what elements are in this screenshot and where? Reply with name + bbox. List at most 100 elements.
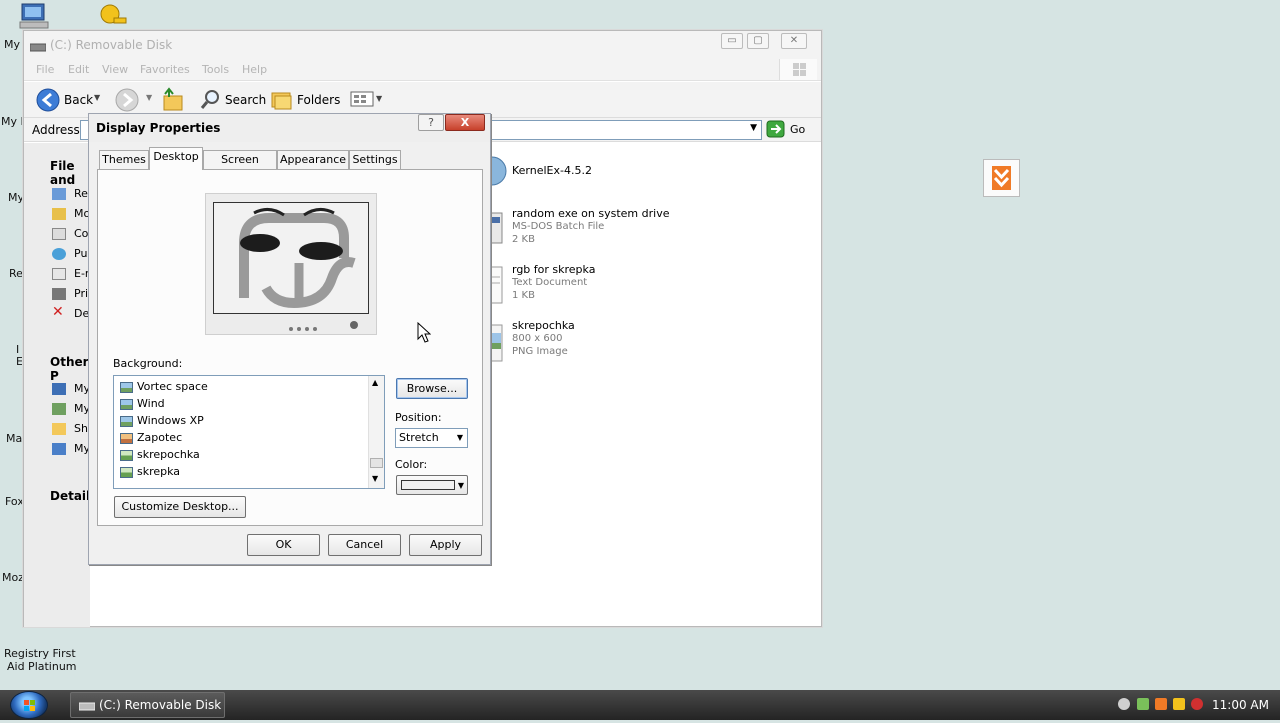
file-name-1[interactable]: KernelEx-4.5.2: [512, 164, 592, 177]
scroll-down-icon[interactable]: ▼: [372, 474, 378, 483]
computer-icon: [19, 3, 49, 29]
tray-icon-blocked[interactable]: [1191, 698, 1203, 710]
file-type-2: MS-DOS Batch File: [512, 221, 605, 232]
go-button[interactable]: Go: [766, 120, 806, 140]
scroll-up-icon[interactable]: ▲: [372, 378, 378, 387]
search-button[interactable]: Search: [200, 87, 266, 113]
dialog-close-button[interactable]: X: [445, 114, 485, 131]
desktop-label-4[interactable]: Re: [9, 267, 23, 280]
address-dropdown-icon[interactable]: ▼: [750, 123, 757, 133]
close-button[interactable]: ✕: [781, 33, 807, 49]
list-item[interactable]: skrepochka: [120, 447, 200, 463]
print-icon: [52, 288, 66, 300]
my-computer-icon: [52, 383, 66, 395]
file-name-4[interactable]: skrepochka: [512, 319, 575, 332]
list-item-label: skrepka: [137, 465, 181, 478]
list-item-label: Vortec space: [137, 380, 208, 393]
desktop-label-3[interactable]: My: [8, 191, 24, 204]
tab-screen-saver[interactable]: Screen Saver: [203, 150, 277, 183]
color-label: Color:: [395, 458, 428, 471]
tray-icon-keys[interactable]: [1173, 698, 1185, 710]
my-network-icon: [52, 443, 66, 455]
back-dropdown-icon[interactable]: ▼: [94, 93, 100, 102]
position-select[interactable]: Stretch ▼: [395, 428, 468, 448]
desktop-label-registry-1[interactable]: Registry First: [4, 647, 76, 660]
tab-settings[interactable]: Settings: [349, 150, 401, 169]
list-item[interactable]: Windows XP: [120, 413, 204, 429]
tray-icon-1[interactable]: [1118, 698, 1130, 710]
file-size-3: 1 KB: [512, 290, 535, 301]
menu-edit[interactable]: Edit: [68, 63, 89, 76]
clock[interactable]: 11:00 AM: [1212, 698, 1269, 712]
file-icon-png[interactable]: [489, 323, 506, 363]
list-item[interactable]: skrepka: [120, 464, 180, 480]
tray-icon-download[interactable]: [1155, 698, 1167, 710]
move-icon: [52, 208, 66, 220]
minimize-button[interactable]: ▭: [721, 33, 743, 49]
batch-file-icon: [489, 212, 503, 244]
start-button[interactable]: [10, 691, 48, 719]
views-button[interactable]: ▼: [350, 90, 386, 110]
details-heading[interactable]: Details: [50, 489, 90, 503]
up-folder-icon[interactable]: [161, 87, 185, 113]
background-listbox[interactable]: Vortec space Wind Windows XP Zapotec skr…: [113, 375, 385, 489]
file-name-3[interactable]: rgb for skrepka: [512, 263, 595, 276]
desktop-label-1[interactable]: My: [4, 38, 20, 51]
tab-desktop[interactable]: Desktop: [149, 147, 203, 170]
menu-view[interactable]: View: [102, 63, 128, 76]
menu-help[interactable]: Help: [242, 63, 267, 76]
file-tasks-heading[interactable]: File and: [50, 159, 90, 187]
task-copy[interactable]: Co: [74, 227, 88, 240]
desktop-label-registry-2[interactable]: Aid Platinum: [7, 660, 77, 673]
download-button[interactable]: [983, 159, 1020, 197]
dialog-titlebar[interactable]: Display Properties ? X: [89, 114, 490, 142]
desktop-label-6[interactable]: E: [16, 355, 23, 368]
key-icon: [100, 4, 127, 24]
apply-button[interactable]: Apply: [409, 534, 482, 556]
maximize-button[interactable]: ▢: [747, 33, 769, 49]
wallpaper-preview: [213, 202, 369, 314]
tray-icon-network[interactable]: [1137, 698, 1149, 710]
file-name-2[interactable]: random exe on system drive: [512, 207, 669, 220]
tab-themes[interactable]: Themes: [99, 150, 149, 169]
listbox-scrollbar[interactable]: ▲ ▼: [368, 376, 384, 488]
rename-icon: [52, 188, 66, 200]
list-item[interactable]: Zapotec: [120, 430, 182, 446]
explorer-titlebar[interactable]: (C:) Removable Disk ▭ ▢ ✕: [24, 31, 821, 59]
forward-dropdown-icon[interactable]: ▼: [146, 93, 152, 102]
chevron-down-icon: ▼: [457, 481, 464, 490]
menu-tools[interactable]: Tools: [202, 63, 229, 76]
explorer-title: (C:) Removable Disk: [50, 38, 173, 52]
list-item[interactable]: Vortec space: [120, 379, 208, 395]
monitor-preview: [205, 193, 377, 335]
scroll-thumb[interactable]: [370, 458, 383, 468]
task-rename[interactable]: Re: [74, 187, 88, 200]
desktop-icon-my-computer[interactable]: [18, 2, 52, 30]
back-button[interactable]: Back ▼: [36, 88, 102, 112]
cancel-button[interactable]: Cancel: [328, 534, 401, 556]
task-print[interactable]: Pri: [74, 287, 88, 300]
desktop-label-8[interactable]: Fox: [5, 495, 24, 508]
browse-button[interactable]: Browse...: [396, 378, 468, 399]
file-icon-text[interactable]: [489, 265, 506, 305]
menu-favorites[interactable]: Favorites: [140, 63, 190, 76]
desktop-icon-keys[interactable]: [96, 2, 128, 32]
taskbar-explorer-button[interactable]: (C:) Removable Disk: [70, 692, 225, 718]
desktop-label-9[interactable]: Moz: [2, 571, 24, 584]
folders-button[interactable]: Folders: [270, 87, 340, 113]
views-dropdown-icon: ▼: [376, 94, 383, 103]
ok-button[interactable]: OK: [247, 534, 320, 556]
customize-desktop-button[interactable]: Customize Desktop...: [114, 496, 246, 518]
forward-button[interactable]: ▼: [115, 88, 157, 112]
help-button[interactable]: ?: [418, 114, 444, 131]
tab-appearance[interactable]: Appearance: [277, 150, 349, 169]
other-places-heading[interactable]: Other P: [50, 355, 90, 383]
taskbar-explorer-label: (C:) Removable Disk: [99, 698, 222, 712]
menu-file[interactable]: File: [36, 63, 54, 76]
image-icon: [120, 398, 133, 410]
list-item[interactable]: Wind: [120, 396, 165, 412]
folders-label: Folders: [297, 93, 341, 107]
color-picker-button[interactable]: ▼: [396, 475, 468, 495]
file-icon-batch[interactable]: [489, 211, 506, 245]
file-icon-kernelex[interactable]: [477, 155, 508, 191]
